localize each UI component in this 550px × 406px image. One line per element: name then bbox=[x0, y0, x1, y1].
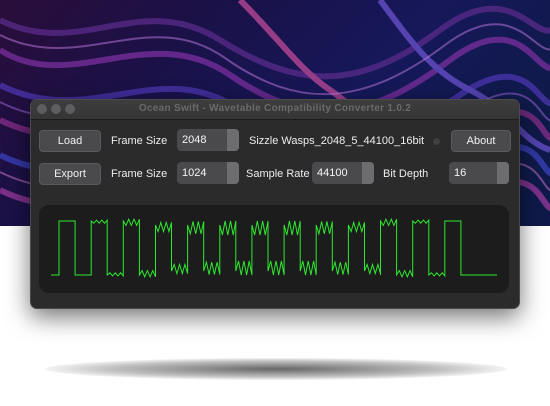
sample-rate-select[interactable]: 44100 bbox=[312, 162, 374, 184]
dropdown-arrow-icon bbox=[227, 129, 239, 151]
sample-rate-value: 44100 bbox=[317, 167, 348, 179]
bit-depth-value: 16 bbox=[454, 167, 467, 179]
source-frame-size-label: Frame Size bbox=[111, 135, 168, 147]
target-frame-size-value: 1024 bbox=[182, 167, 207, 179]
dropdown-arrow-icon bbox=[227, 162, 239, 184]
title-bar[interactable]: Ocean Swift - Wavetable Compatibility Co… bbox=[31, 100, 519, 120]
loaded-file-name: Sizzle Wasps_2048_5_44100_16bit bbox=[249, 135, 425, 147]
dropdown-arrow-icon bbox=[362, 162, 374, 184]
waveform-display bbox=[39, 205, 509, 293]
target-frame-size-select[interactable]: 1024 bbox=[177, 162, 239, 184]
target-frame-size-label: Frame Size bbox=[111, 168, 168, 180]
window-drop-shadow bbox=[45, 358, 507, 380]
source-frame-size-value: 2048 bbox=[182, 134, 207, 146]
status-led-icon bbox=[432, 137, 441, 146]
dropdown-arrow-icon bbox=[497, 162, 509, 184]
bit-depth-label: Bit Depth bbox=[383, 168, 429, 180]
sample-rate-label: Sample Rate bbox=[246, 168, 310, 180]
waveform-line bbox=[51, 217, 497, 279]
bit-depth-select[interactable]: 16 bbox=[449, 162, 509, 184]
source-frame-size-select[interactable]: 2048 bbox=[177, 129, 239, 151]
waveform-plot bbox=[51, 217, 497, 279]
converter-window: Ocean Swift - Wavetable Compatibility Co… bbox=[30, 99, 520, 309]
load-button[interactable]: Load bbox=[39, 130, 101, 152]
about-button[interactable]: About bbox=[451, 130, 511, 152]
export-button[interactable]: Export bbox=[39, 163, 101, 185]
window-title: Ocean Swift - Wavetable Compatibility Co… bbox=[138, 103, 412, 114]
